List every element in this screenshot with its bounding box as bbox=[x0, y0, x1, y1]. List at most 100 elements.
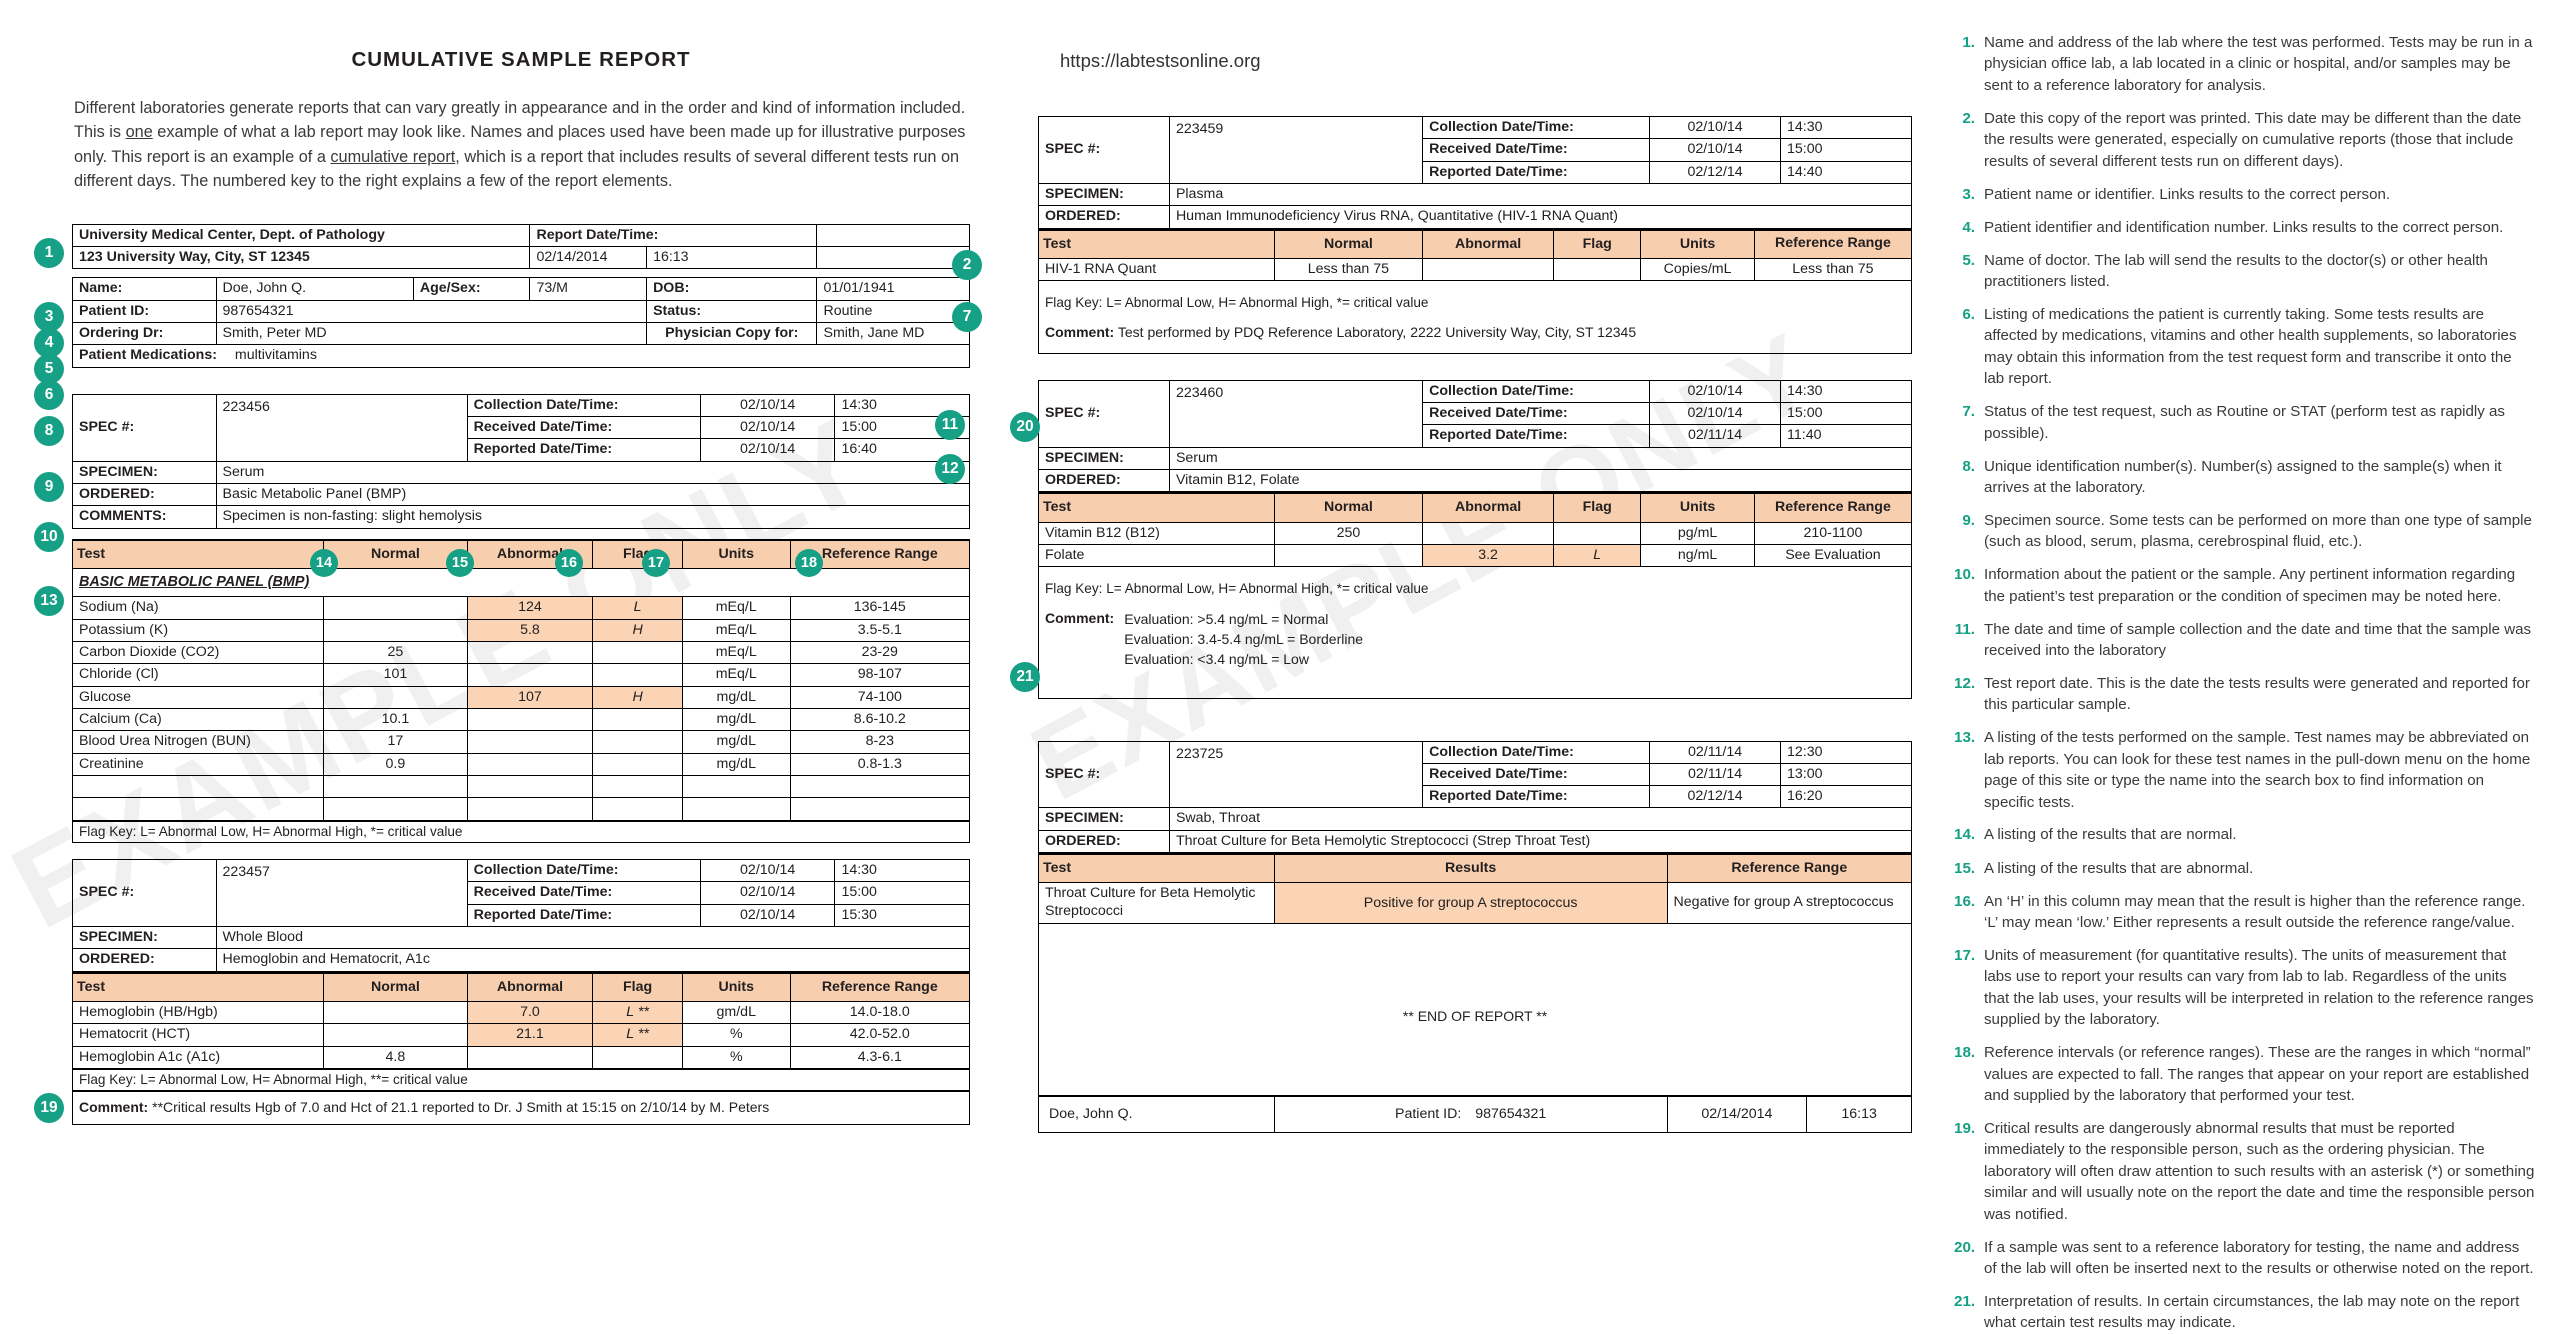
lab-name: University Medical Center, Dept. of Path… bbox=[71, 223, 531, 248]
callout-18: 18 bbox=[795, 548, 823, 577]
key-item: 13. A listing of the tests performed on t… bbox=[1954, 727, 2536, 813]
col-normal: Normal bbox=[1273, 492, 1424, 523]
reported-time: 16:20 bbox=[1780, 785, 1912, 809]
end-of-report-row: ** END OF REPORT ** bbox=[1038, 922, 1912, 1096]
received-label: Received Date/Time: bbox=[466, 881, 701, 905]
cell-flag: L bbox=[1553, 544, 1642, 568]
cell-flag: L ** bbox=[592, 1000, 683, 1025]
col-abnormal: Abnormal bbox=[466, 972, 594, 1002]
col-abnormal: Abnormal bbox=[1422, 229, 1555, 259]
flag-key-row: Flag Key: L= Abnormal Low, H= Abnormal H… bbox=[72, 1067, 970, 1092]
spec-number: 223460 bbox=[1168, 379, 1424, 448]
specimen-info-table: SPEC #: 223456 Collection Date/Time: 02/… bbox=[72, 393, 971, 529]
specimen-block-strep: SPEC #: 223725 Collection Date/Time: 02/… bbox=[1038, 740, 1913, 1134]
footer-time: 16:13 bbox=[1806, 1095, 1912, 1134]
cell-flag bbox=[592, 640, 683, 665]
spec-label: SPEC #: bbox=[72, 859, 217, 928]
ordered-label: ORDERED: bbox=[1038, 205, 1170, 229]
comment-label: Comment: bbox=[79, 1099, 149, 1116]
ordered-label: ORDERED: bbox=[72, 482, 217, 507]
col-reference-range: Reference Range bbox=[1666, 853, 1913, 884]
key-item: 11. The date and time of sample collectio… bbox=[1954, 619, 2536, 662]
cell-normal: 0.9 bbox=[323, 752, 468, 776]
key-item: 1. Name and address of the lab where the … bbox=[1954, 32, 2536, 96]
key-item-number: 4. bbox=[1962, 218, 1975, 236]
spec-number: 223459 bbox=[1168, 116, 1424, 184]
cell-flag bbox=[1553, 521, 1642, 546]
received-time: 13:00 bbox=[1780, 762, 1912, 787]
cell-normal bbox=[323, 774, 468, 799]
col-abnormal: Abnormal bbox=[1422, 492, 1555, 523]
table-row: HIV-1 RNA Quant Less than 75 Copies/mL Les… bbox=[1038, 257, 1913, 282]
collection-date: 02/10/14 bbox=[699, 859, 836, 883]
callout-10: 10 bbox=[34, 521, 64, 552]
collection-time: 12:30 bbox=[1780, 740, 1912, 764]
key-item: 15. A listing of the results that are abn… bbox=[1954, 858, 2536, 880]
key-item-text: Specimen source. Some tests can be perfo… bbox=[1984, 511, 2532, 551]
evaluation-wrap: Comment: Evaluation: >5.4 ng/mL = Normal… bbox=[1045, 610, 1905, 670]
collection-label: Collection Date/Time: bbox=[1422, 115, 1651, 140]
table-row: Patient Medications: multivitamins bbox=[72, 344, 970, 368]
specimen-info-table-hiv: SPEC #: 223459 Collection Date/Time: 02/… bbox=[1038, 115, 1913, 229]
collection-date: 02/10/14 bbox=[1649, 115, 1782, 140]
table-row: University Medical Center, Dept. of Path… bbox=[71, 223, 970, 248]
cell-abnormal bbox=[466, 707, 594, 732]
table-row: ORDERED: Throat Culture for Beta Hemolyt… bbox=[1038, 829, 1913, 854]
key-item: 7. Status of the test request, such as Ro… bbox=[1954, 401, 2536, 444]
reported-label: Reported Date/Time: bbox=[1422, 424, 1651, 448]
flag-key-row: Flag Key: L= Abnormal Low, H= Abnormal H… bbox=[1038, 566, 1912, 600]
table-row: Chloride (Cl) 101 mEq/L 98-107 bbox=[71, 663, 971, 687]
key-item-text: Critical results are dangerously abnorma… bbox=[1984, 1119, 2535, 1223]
key-item-number: 12. bbox=[1954, 674, 1976, 692]
cell-flag bbox=[592, 663, 683, 687]
cell-test: Vitamin B12 (B12) bbox=[1038, 521, 1275, 546]
cell-units bbox=[681, 797, 791, 821]
key-item-number: 16. bbox=[1954, 892, 1976, 910]
table-row: Folate 3.2 Lng/mL See Evaluation bbox=[1038, 544, 1913, 568]
cell-units: gm/dL bbox=[681, 1000, 791, 1025]
specimen-label: SPECIMEN: bbox=[1038, 807, 1170, 831]
cell-test: Chloride (Cl) bbox=[71, 663, 325, 687]
key-item-number: 7. bbox=[1962, 403, 1975, 421]
cell-normal: 10.1 bbox=[323, 707, 468, 732]
table-row: Hemoglobin (HB/Hgb) 7.0 L ** gm/dL 14.0-18.… bbox=[71, 1000, 971, 1025]
col-units: Units bbox=[681, 539, 791, 569]
status-value: Routine bbox=[816, 299, 970, 324]
results-table-strep: Test Results Reference Range Throat Cult… bbox=[1038, 853, 1913, 1096]
cell-abnormal bbox=[466, 752, 594, 776]
flag-key: Flag Key: L= Abnormal Low, H= Abnormal H… bbox=[72, 1067, 970, 1092]
col-test: Test bbox=[1038, 229, 1275, 259]
cell-reference-range: 23-29 bbox=[789, 640, 971, 665]
callout-14: 14 bbox=[310, 548, 338, 577]
table-row: Doe, John Q. Patient ID: 987654321 02/14… bbox=[1038, 1095, 1912, 1134]
key-item: 14. A listing of the results that are nor… bbox=[1954, 824, 2536, 846]
key-item: 9. Specimen source. Some tests can be per… bbox=[1954, 510, 2536, 553]
key-item: 16. An ‘H’ in this column may mean that t… bbox=[1954, 891, 2536, 934]
site-url[interactable]: https://labtestsonline.org bbox=[1060, 50, 1912, 72]
cell-units: % bbox=[681, 1023, 791, 1047]
key-item-number: 17. bbox=[1954, 946, 1976, 964]
key-item: 18. Reference intervals (or reference ran… bbox=[1954, 1042, 2536, 1106]
key-item-text: Information about the patient or the sam… bbox=[1984, 566, 2516, 605]
key-item: 4. Patient identifier and identification … bbox=[1954, 217, 2536, 239]
cell-reference-range bbox=[789, 774, 971, 799]
table-row: SPECIMEN: Serum bbox=[1038, 446, 1913, 471]
intro-paragraph: Different laboratories generate reports … bbox=[74, 96, 970, 194]
cell-abnormal: 21.1 bbox=[466, 1023, 594, 1047]
agesex-label: Age/Sex: bbox=[412, 277, 531, 301]
callout-17: 17 bbox=[642, 548, 670, 577]
spec-number: 223725 bbox=[1168, 740, 1424, 809]
table-row: Patient ID: 987654321 Status: Routine bbox=[72, 299, 970, 324]
culture-result: Positive for group A streptococcus bbox=[1273, 882, 1668, 924]
key-item-text: If a sample was sent to a reference labo… bbox=[1984, 1238, 2534, 1277]
key-item-number: 8. bbox=[1962, 457, 1975, 475]
critical-comment-cell: Comment: **Critical results Hgb of 7.0 a… bbox=[72, 1091, 970, 1125]
key-item: 19. Critical results are dangerously abno… bbox=[1954, 1118, 2536, 1225]
key-item-text: Unique identification number(s). Number(… bbox=[1984, 457, 2502, 496]
specimen-value: Swab, Throat bbox=[1168, 807, 1913, 831]
received-date: 02/10/14 bbox=[1649, 138, 1782, 162]
spec-label: SPEC #: bbox=[1038, 379, 1170, 448]
table-row: SPEC #: 223459 Collection Date/Time: 02/… bbox=[1038, 115, 1912, 184]
key-item-number: 20. bbox=[1954, 1238, 1976, 1256]
cell-flag bbox=[1553, 257, 1642, 282]
